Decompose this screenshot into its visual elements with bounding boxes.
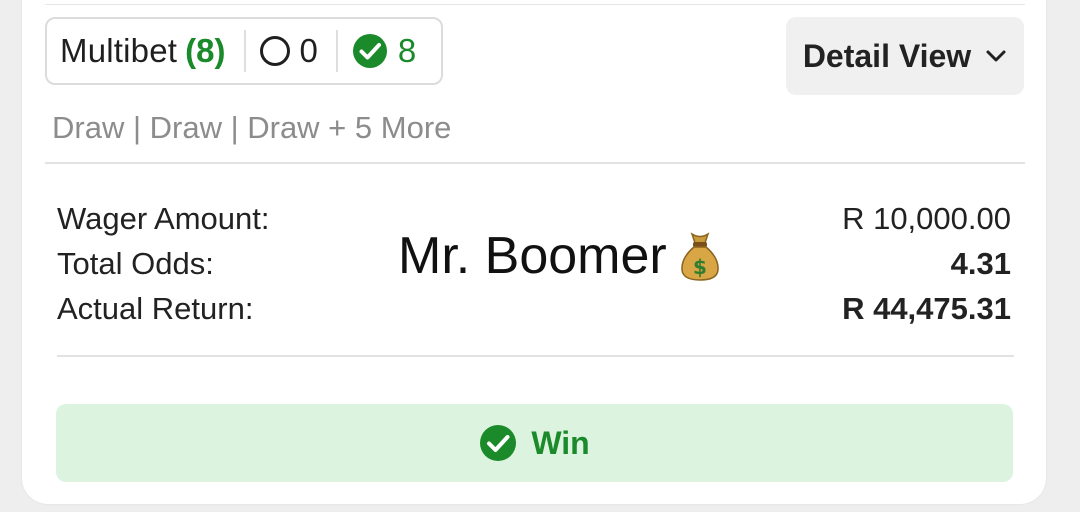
check-circle-icon <box>352 34 387 68</box>
selections-summary[interactable]: Draw | Draw | Draw + 5 More <box>52 110 451 146</box>
bet-type-label: Multibet <box>60 32 178 69</box>
section-divider <box>57 355 1014 357</box>
overlay-caption: Mr. Boomer $ <box>398 226 723 286</box>
won-count: 8 <box>397 32 417 69</box>
bet-summary-pill: Multibet (8) 0 8 <box>45 17 443 85</box>
svg-text:$: $ <box>693 255 707 279</box>
check-circle-icon <box>480 425 517 461</box>
status-label: Win <box>531 424 590 461</box>
chevron-down-icon <box>986 50 1006 62</box>
overlay-text: Mr. Boomer <box>398 227 667 285</box>
odds-value: 4.31 <box>950 246 1011 281</box>
return-value: R 44,475.31 <box>842 291 1011 326</box>
pill-separator <box>335 30 338 72</box>
wager-value: R 10,000.00 <box>842 201 1011 236</box>
section-divider <box>45 162 1025 164</box>
top-divider <box>45 4 1025 5</box>
detail-view-label: Detail View <box>802 37 972 74</box>
odds-label: Total Odds: <box>57 246 214 281</box>
pending-count: 0 <box>299 32 318 69</box>
win-status-banner: Win <box>56 404 1013 482</box>
detail-view-button[interactable]: Detail View <box>786 17 1024 95</box>
money-bag-icon: $ <box>680 232 719 281</box>
pending-circle-icon <box>259 36 290 66</box>
pill-separator <box>243 30 246 72</box>
wager-label: Wager Amount: <box>57 201 270 236</box>
leg-count: (8) <box>185 32 226 69</box>
return-label: Actual Return: <box>57 291 254 326</box>
